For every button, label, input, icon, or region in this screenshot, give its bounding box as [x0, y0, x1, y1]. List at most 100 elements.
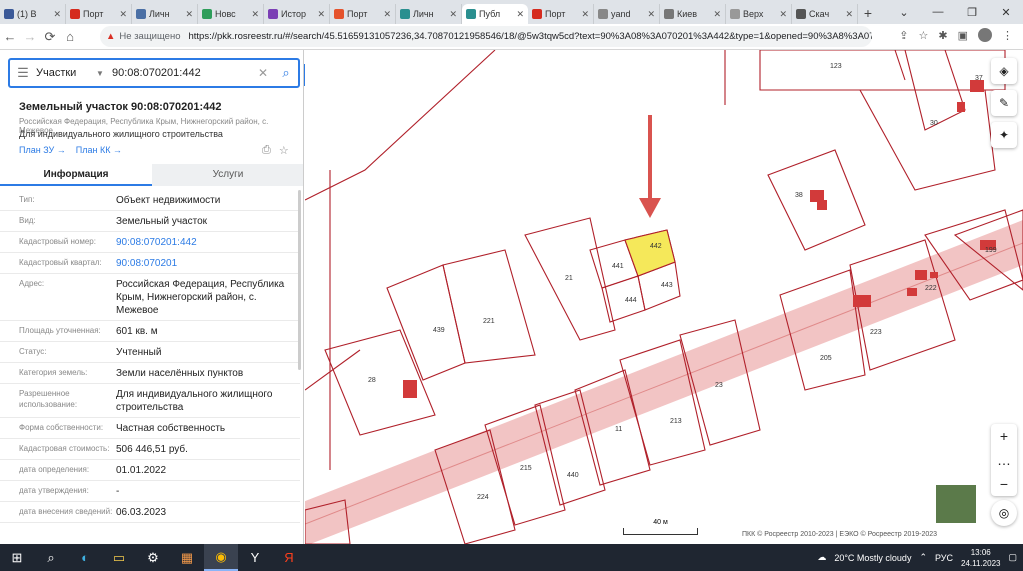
info-key: Разрешенное использование:: [19, 389, 78, 409]
sidebar-icon[interactable]: ▣: [958, 29, 968, 42]
info-row: Вид: Земельный участок: [0, 211, 300, 232]
locate-button[interactable]: ◎: [991, 500, 1017, 526]
menu-icon[interactable]: ⋮: [1002, 29, 1013, 42]
parcel-number-label: 199: [985, 247, 997, 254]
tray-arrow-icon[interactable]: ⌃: [919, 552, 927, 563]
close-window-button[interactable]: ✕: [989, 6, 1023, 19]
settings-icon[interactable]: ⚙: [136, 544, 170, 571]
tab-close-icon[interactable]: ✕: [185, 9, 193, 20]
browser-tab[interactable]: (1) В ✕: [0, 4, 66, 24]
browser-tab-strip: (1) В ✕ Порт ✕ Личн ✕ Новс ✕ Истор ✕ Порт ✕ Личн ✕ Пуб…: [0, 0, 1023, 24]
tab-close-icon[interactable]: ✕: [516, 9, 524, 20]
tab-close-icon[interactable]: ✕: [581, 9, 589, 20]
browser-tab[interactable]: Порт ✕: [330, 4, 396, 24]
extensions-icon[interactable]: ✱: [938, 29, 947, 42]
tab-close-icon[interactable]: ✕: [317, 9, 325, 20]
star-icon[interactable]: ☆: [919, 29, 929, 42]
explorer-icon[interactable]: ▭: [102, 544, 136, 571]
info-key: Кадастровый квартал:: [19, 258, 102, 267]
yandex-browser-icon[interactable]: Y: [238, 544, 272, 571]
building: [403, 380, 417, 398]
parcel-number-label: 440: [567, 472, 579, 479]
plan-kk-link[interactable]: План КК →: [76, 145, 122, 155]
info-key: Кадастровый номер:: [19, 237, 96, 246]
basemap-switcher[interactable]: [935, 484, 977, 524]
info-key: Статус:: [19, 347, 47, 356]
more-icon[interactable]: …: [997, 452, 1011, 468]
compass-icon[interactable]: ✦: [991, 122, 1017, 148]
tab-close-icon[interactable]: ✕: [647, 9, 655, 20]
info-value-link[interactable]: 90:08:070201: [116, 257, 300, 270]
tab-services[interactable]: Услуги: [152, 164, 303, 186]
search-icon[interactable]: ⌕: [34, 544, 68, 571]
tab-close-icon[interactable]: ✕: [53, 9, 61, 20]
plan-zu-link[interactable]: План ЗУ →: [19, 145, 66, 155]
tab-close-icon[interactable]: ✕: [383, 9, 391, 20]
taskbar: ⊞ ⌕ ◐ ▭ ⚙ ▦ ◉ Y Я ☁ 20°C Mostly cloudy ⌃…: [0, 544, 1023, 571]
favorite-star-icon[interactable]: ☆: [279, 144, 289, 157]
weather-text[interactable]: 20°C Mostly cloudy: [834, 553, 911, 563]
clear-icon[interactable]: ✕: [258, 66, 274, 80]
browser-tab[interactable]: Истор ✕: [264, 4, 330, 24]
tab-close-icon[interactable]: ✕: [449, 9, 457, 20]
files-icon[interactable]: ▦: [170, 544, 204, 571]
share-icon[interactable]: ⇪: [899, 29, 908, 42]
clock[interactable]: 13:06 24.11.2023: [961, 547, 1000, 569]
cadastral-map[interactable]: 123 37 30 38 442 441 21 444 443 199 222 439 221 28 223…: [305, 50, 1023, 544]
browser-tab[interactable]: Киев ✕: [660, 4, 726, 24]
search-icon[interactable]: ⌕: [274, 65, 298, 81]
tab-search-icon[interactable]: ⌄: [887, 6, 921, 19]
browser-tab[interactable]: Порт ✕: [528, 4, 594, 24]
yandex-icon[interactable]: Я: [272, 544, 306, 571]
zoom-out-button[interactable]: −: [1000, 476, 1008, 492]
browser-tab[interactable]: Личн ✕: [132, 4, 198, 24]
parcel-number-label: 224: [477, 494, 489, 501]
tab-information[interactable]: Информация: [0, 164, 152, 186]
tab-close-icon[interactable]: ✕: [251, 9, 259, 20]
minimize-button[interactable]: —: [921, 6, 955, 18]
notifications-icon[interactable]: ▢: [1008, 552, 1017, 563]
browser-tab[interactable]: Скач ✕: [792, 4, 858, 24]
zoom-in-button[interactable]: +: [1000, 428, 1008, 444]
print-icon[interactable]: ⎙: [262, 144, 271, 157]
edge-icon[interactable]: ◐: [68, 544, 102, 571]
browser-tab[interactable]: Личн ✕: [396, 4, 462, 24]
browser-tab[interactable]: yand ✕: [594, 4, 660, 24]
windows-start-icon[interactable]: ⊞: [0, 544, 34, 571]
chrome-icon[interactable]: ◉: [204, 544, 238, 571]
menu-icon[interactable]: ☰: [10, 65, 36, 81]
parcel-number-label: 443: [661, 282, 673, 289]
forward-icon[interactable]: →: [20, 29, 40, 44]
layers-icon[interactable]: ◈: [991, 58, 1017, 84]
maximize-button[interactable]: ❐: [955, 6, 989, 19]
tab-label: Новс: [215, 9, 236, 19]
info-value-link[interactable]: 90:08:070201:442: [116, 236, 300, 249]
tab-close-icon[interactable]: ✕: [779, 9, 787, 20]
info-key: Вид:: [19, 216, 36, 225]
chevron-down-icon[interactable]: ▼: [96, 69, 108, 78]
new-tab-button[interactable]: +: [858, 5, 878, 21]
lang-indicator[interactable]: РУС: [935, 553, 953, 563]
search-input[interactable]: 90:08:070201:442: [108, 67, 258, 79]
ruler-icon[interactable]: ✎: [991, 90, 1017, 116]
url-field[interactable]: ▲ Не защищено https://pkk.rosreestr.ru/#…: [100, 26, 872, 47]
search-type-select[interactable]: Участки: [36, 67, 96, 79]
reload-icon[interactable]: ⟳: [40, 29, 60, 45]
home-icon[interactable]: ⌂: [60, 29, 80, 44]
browser-tab[interactable]: Новс ✕: [198, 4, 264, 24]
selected-parcel-442[interactable]: [624, 229, 676, 277]
scrollbar[interactable]: [298, 190, 301, 370]
parcel-number-label: 439: [433, 327, 445, 334]
tab-close-icon[interactable]: ✕: [713, 9, 721, 20]
tab-favicon-icon: [532, 9, 542, 19]
tab-close-icon[interactable]: ✕: [845, 9, 853, 20]
parcel-number-label: 215: [520, 465, 532, 472]
back-icon[interactable]: ←: [0, 29, 20, 44]
avatar[interactable]: [978, 28, 992, 42]
browser-tab[interactable]: Верх ✕: [726, 4, 792, 24]
parcel-number-label: 11: [615, 426, 622, 433]
info-row: Форма собственности: Частная собственност…: [0, 418, 300, 439]
browser-tab[interactable]: Публ ✕: [462, 4, 528, 24]
tab-close-icon[interactable]: ✕: [119, 9, 127, 20]
browser-tab[interactable]: Порт ✕: [66, 4, 132, 24]
